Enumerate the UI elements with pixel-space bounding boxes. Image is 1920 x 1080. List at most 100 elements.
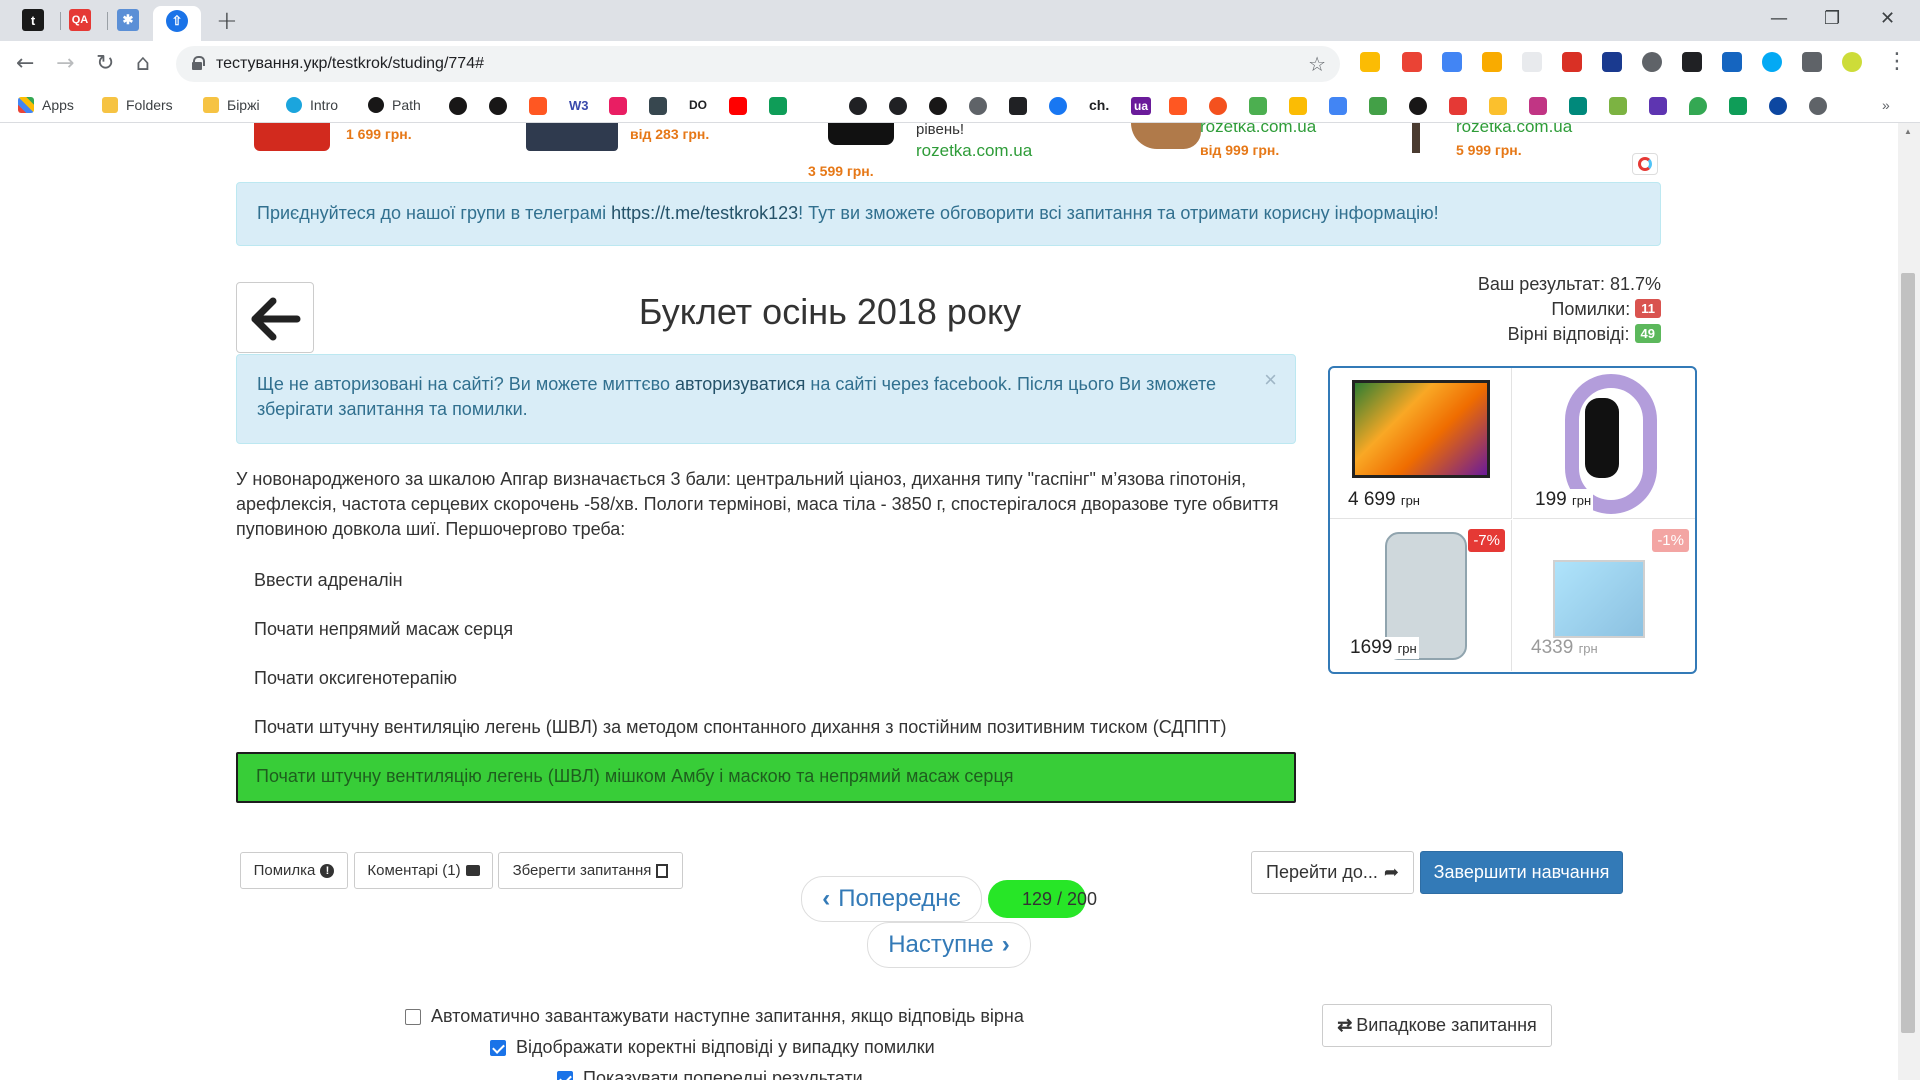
ad-price[interactable]: 3 599 грн. [808, 163, 874, 179]
show-previous-checkbox[interactable] [557, 1070, 573, 1080]
ad-product-tv[interactable]: 4 699 грн [1330, 368, 1512, 519]
auto-load-checkbox[interactable] [405, 1008, 421, 1025]
extension-icon[interactable] [1402, 52, 1422, 72]
translate-icon[interactable] [1329, 97, 1347, 115]
extension-icon[interactable] [1482, 52, 1502, 72]
extension-icon[interactable] [1602, 52, 1622, 72]
bookmark-icon[interactable] [1289, 97, 1307, 115]
save-question-button[interactable]: Зберегти запитання [498, 852, 683, 889]
globe-icon[interactable] [1809, 97, 1827, 115]
extension-icon[interactable] [1360, 52, 1380, 72]
translate-extension-icon[interactable] [1442, 52, 1462, 72]
address-bar[interactable]: тестування.укр/testkrok/studing/774# ☆ [176, 46, 1340, 82]
bookmark-icon[interactable] [1769, 97, 1787, 115]
ad-product-image[interactable] [1131, 123, 1201, 149]
lock-icon[interactable] [192, 56, 205, 70]
back-icon[interactable]: ← [16, 51, 34, 76]
instagram-icon[interactable] [1529, 97, 1547, 115]
report-error-button[interactable]: Помилка ! [240, 852, 348, 889]
menu-kebab-icon[interactable]: ⋮ [1886, 49, 1908, 74]
bookmark-icon[interactable] [529, 97, 547, 115]
github-icon[interactable] [929, 97, 947, 115]
url-text[interactable]: тестування.укр/testkrok/studing/774# [216, 55, 484, 73]
bookmark-icon[interactable] [1609, 97, 1627, 115]
home-icon[interactable]: ⌂ [136, 51, 150, 76]
bookmark-icon[interactable] [649, 97, 667, 115]
bookmark-icon[interactable] [1449, 97, 1467, 115]
ad-banner-strip[interactable]: 1 699 грн. від 283 грн. 3 599 грн. рівен… [236, 123, 1661, 179]
profile-avatar[interactable] [1842, 52, 1862, 72]
next-button[interactable]: Наступне › [867, 922, 1031, 968]
auth-link[interactable]: авторизуватися [675, 374, 805, 394]
answer-option[interactable]: Почати оксигенотерапію [236, 654, 1296, 703]
ad-text-fragment[interactable]: рівень! [916, 123, 964, 138]
auto-load-next-option[interactable]: Автоматично завантажувати наступне запит… [405, 1006, 1024, 1027]
bookmark-icon[interactable] [1209, 97, 1227, 115]
ad-price[interactable]: від 999 грн. [1200, 142, 1279, 158]
show-correct-option[interactable]: Відображати коректні відповіді у випадку… [490, 1037, 935, 1058]
github-icon[interactable] [489, 97, 507, 115]
extension-icon[interactable] [1562, 52, 1582, 72]
active-tab[interactable]: ⇧ [153, 6, 201, 41]
answer-option[interactable]: Ввести адреналін [236, 556, 1296, 605]
ad-product-toilet[interactable]: -7% 1699 грн [1330, 520, 1512, 671]
extension-icon[interactable] [1642, 52, 1662, 72]
minimize-icon[interactable]: — [1770, 8, 1788, 29]
bookmark-icon[interactable] [849, 97, 867, 115]
ad-product-image[interactable] [526, 123, 618, 151]
bookmarks-overflow-icon[interactable]: » [1882, 95, 1890, 115]
extension-icon[interactable] [1682, 52, 1702, 72]
w3-icon[interactable]: W3 [569, 95, 589, 115]
github-icon[interactable] [1409, 97, 1427, 115]
finish-training-button[interactable]: Завершити навчання [1420, 851, 1623, 894]
bookmark-icon[interactable] [1009, 97, 1027, 115]
bookmark-icon[interactable] [1249, 97, 1267, 115]
close-window-icon[interactable]: ✕ [1880, 8, 1895, 29]
ad-product-image[interactable] [828, 123, 894, 145]
tab-favicon-t[interactable]: t [22, 9, 44, 31]
random-question-button[interactable]: ⇄ Випадкове запитання [1322, 1004, 1552, 1047]
back-button[interactable] [236, 282, 314, 353]
ad-price[interactable]: 5 999 грн. [1456, 142, 1522, 158]
bookmark-path[interactable]: Path [368, 95, 421, 115]
answer-option[interactable]: Почати штучну вентиляцію легень (ШВЛ) за… [236, 703, 1296, 752]
ad-price[interactable]: 1 699 грн. [346, 126, 412, 142]
bookmark-icon[interactable] [1569, 97, 1587, 115]
globe-icon[interactable] [969, 97, 987, 115]
tab-favicon-qa[interactable]: QA [69, 9, 91, 31]
ad-product-image[interactable] [254, 123, 330, 151]
bookmark-icon[interactable] [889, 97, 907, 115]
product-ad-box[interactable]: 4 699 грн 199 грн -7% 1699 грн -1% 4339 … [1328, 366, 1697, 674]
bookmark-icon[interactable] [769, 97, 787, 115]
scrollbar-thumb[interactable] [1901, 273, 1915, 1033]
maps-icon[interactable] [1689, 97, 1707, 115]
ad-product-screen[interactable]: -1% 4339 грн [1513, 520, 1695, 671]
extensions-puzzle-icon[interactable] [1802, 52, 1822, 72]
show-previous-results-option[interactable]: Показувати попередні результати [557, 1068, 863, 1080]
ad-product-band[interactable]: 199 грн [1513, 368, 1695, 519]
bookmark-icon[interactable] [1649, 97, 1667, 115]
previous-button[interactable]: ‹ Попереднє [801, 876, 982, 922]
ad-store-link[interactable]: rozetka.com.ua [1200, 123, 1316, 137]
show-correct-checkbox[interactable] [490, 1039, 506, 1056]
bookmark-icon[interactable] [1169, 97, 1187, 115]
answer-option[interactable]: Почати непрямий масаж серця [236, 605, 1296, 654]
telegram-link[interactable]: https://t.me/testkrok123 [611, 203, 798, 223]
page-scrollbar[interactable]: ▲ [1898, 123, 1920, 1080]
bookmark-birzhi[interactable]: Біржі [203, 95, 260, 115]
close-alert-icon[interactable]: × [1264, 367, 1277, 393]
new-tab-icon[interactable]: + [216, 6, 238, 36]
maximize-icon[interactable]: ❐ [1824, 8, 1840, 29]
answer-option-correct[interactable]: Почати штучну вентиляцію легень (ШВЛ) мі… [236, 752, 1296, 803]
github-icon[interactable] [449, 97, 467, 115]
goto-button[interactable]: Перейти до... ➦ [1251, 851, 1414, 894]
extension-icon[interactable] [1762, 52, 1782, 72]
do-icon[interactable]: DO [689, 95, 707, 115]
ad-product-image[interactable] [1412, 123, 1420, 153]
bookmark-star-icon[interactable]: ☆ [1308, 52, 1326, 76]
comments-button[interactable]: Коментарі (1) [354, 852, 493, 889]
ad-store-link[interactable]: rozetka.com.ua [916, 141, 1032, 161]
facebook-icon[interactable] [1049, 97, 1067, 115]
bookmark-icon[interactable] [1489, 97, 1507, 115]
tab-favicon-puzzle[interactable]: ✱ [117, 9, 139, 31]
